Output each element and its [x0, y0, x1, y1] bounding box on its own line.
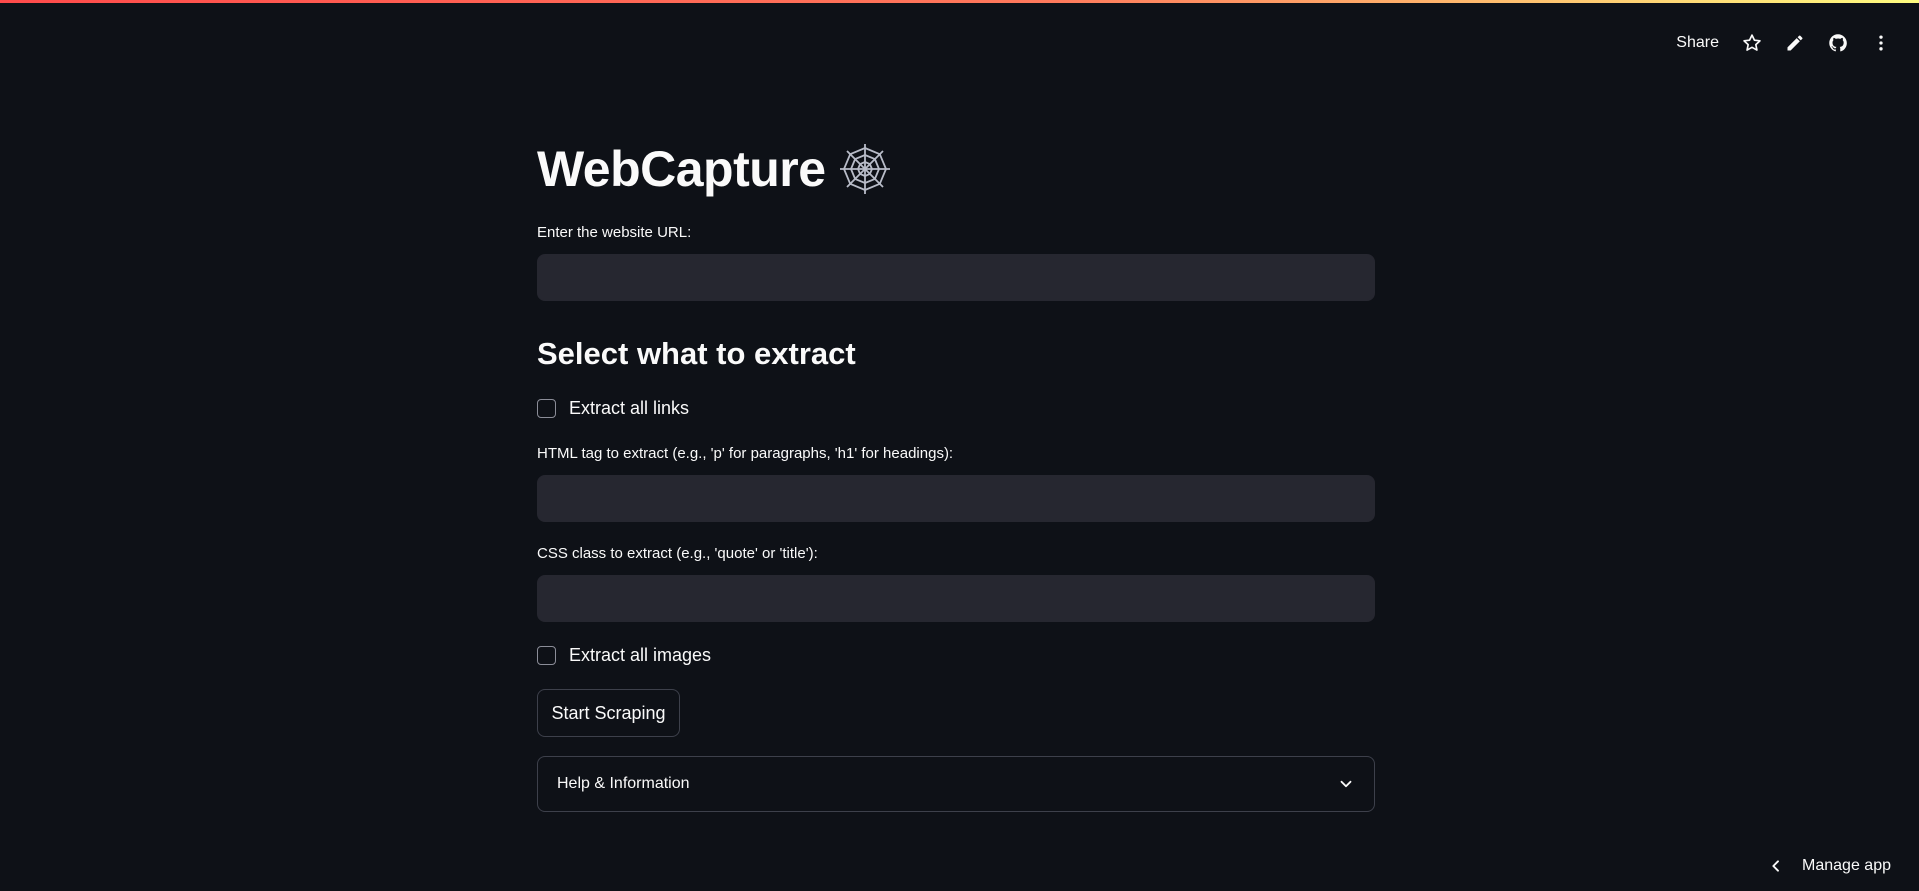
html-tag-input[interactable]	[537, 475, 1375, 522]
header-decoration-bar	[0, 0, 1919, 3]
page-title: WebCapture	[537, 140, 892, 198]
extract-images-checkbox[interactable]	[537, 646, 556, 665]
chevron-left-icon	[1768, 858, 1784, 874]
page-title-text: WebCapture	[537, 141, 826, 197]
url-label: Enter the website URL:	[537, 224, 692, 241]
manage-app-label: Manage app	[1802, 857, 1891, 874]
section-subheader: Select what to extract	[537, 336, 856, 371]
pencil-icon[interactable]	[1784, 33, 1805, 54]
extract-images-checkbox-row[interactable]: Extract all images	[537, 645, 711, 666]
start-scraping-button[interactable]: Start Scraping	[537, 689, 680, 737]
star-icon[interactable]	[1741, 33, 1762, 54]
extract-links-label: Extract all links	[569, 398, 690, 418]
help-expander[interactable]: Help & Information	[537, 756, 1375, 812]
extract-links-checkbox[interactable]	[537, 399, 556, 418]
chevron-down-icon	[1337, 775, 1355, 793]
css-class-label: CSS class to extract (e.g., 'quote' or '…	[537, 545, 818, 562]
help-expander-label: Help & Information	[557, 775, 690, 792]
extract-images-label: Extract all images	[569, 645, 712, 665]
more-vertical-icon[interactable]	[1870, 33, 1891, 54]
manage-app-button[interactable]: Manage app	[1768, 857, 1891, 875]
extract-links-checkbox-row[interactable]: Extract all links	[537, 398, 689, 419]
url-input[interactable]	[537, 254, 1375, 301]
share-button[interactable]: Share	[1676, 34, 1719, 52]
top-toolbar: Share	[1676, 28, 1891, 58]
css-class-input[interactable]	[537, 575, 1375, 622]
github-icon[interactable]	[1827, 33, 1848, 54]
spider-web-icon	[838, 142, 892, 196]
html-tag-label: HTML tag to extract (e.g., 'p' for parag…	[537, 445, 954, 462]
